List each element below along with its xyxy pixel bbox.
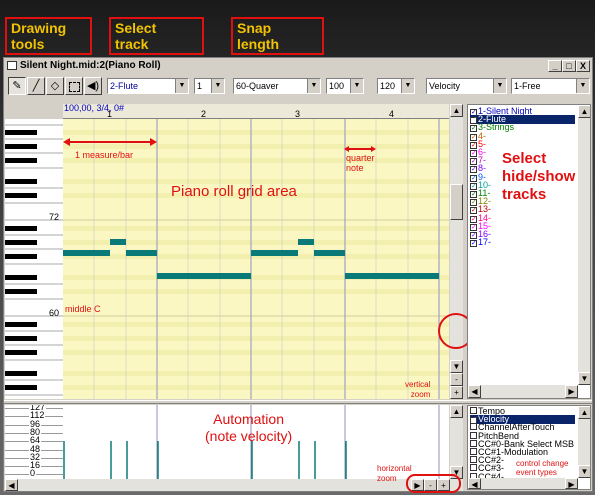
snap-select-value: 60-Quaver bbox=[236, 81, 279, 91]
chevron-down-icon[interactable]: ▼ bbox=[175, 79, 188, 93]
scroll-up-icon[interactable]: ▲ bbox=[578, 105, 590, 118]
control-change-annotation: control change bbox=[516, 459, 569, 468]
measure-annotation: 1 measure/bar bbox=[75, 150, 134, 160]
graph-snap-value: 1-Free bbox=[514, 81, 541, 91]
line-tool-icon[interactable]: ╱ bbox=[27, 77, 45, 95]
chevron-down-icon[interactable]: ▼ bbox=[576, 79, 589, 93]
visibility-checkbox[interactable] bbox=[470, 456, 477, 464]
scroll-thumb[interactable] bbox=[450, 184, 463, 220]
minimize-button[interactable]: _ bbox=[548, 60, 562, 72]
track-select-value: 2-Flute bbox=[110, 81, 139, 91]
measure-ruler[interactable]: 100,00, 3/4, 0# 1 2 3 4 bbox=[63, 103, 449, 119]
event-type-list[interactable]: Tempo ✓Velocity ChannelAfterTouch PitchBend… bbox=[467, 405, 591, 490]
vertical-zoom-in-button[interactable]: + bbox=[450, 386, 463, 399]
measure-number: 3 bbox=[295, 109, 301, 119]
scroll-left-icon[interactable]: ◀ bbox=[468, 385, 481, 398]
pencil-tool-icon[interactable]: ✎ bbox=[8, 77, 26, 95]
window-icon bbox=[7, 61, 17, 70]
chevron-down-icon[interactable]: ▼ bbox=[307, 79, 320, 93]
grid-lines bbox=[63, 119, 449, 399]
vertical-zoom-annotation: vertical zoom bbox=[405, 380, 431, 399]
scroll-up-icon[interactable]: ▲ bbox=[450, 405, 463, 418]
scroll-up-icon[interactable]: ▲ bbox=[578, 406, 590, 419]
eraser-tool-icon[interactable]: ◇ bbox=[46, 77, 64, 95]
list-item[interactable]: ✓17- bbox=[470, 237, 492, 248]
pane-splitter[interactable] bbox=[4, 400, 592, 404]
automation-annotation: Automation (note velocity) bbox=[205, 411, 293, 444]
visibility-checkbox[interactable] bbox=[470, 423, 477, 431]
track-list-hscrollbar[interactable]: ◀ ▶ bbox=[468, 385, 578, 398]
track-list-items: ✓1-Silent Night ✓2-Flute ✓3-Strings ✓4- ✓5- ✓… bbox=[468, 107, 578, 377]
grid-area-annotation: Piano roll grid area bbox=[171, 183, 297, 200]
select-track-callout: Select track bbox=[109, 17, 204, 55]
chevron-down-icon[interactable]: ▼ bbox=[211, 79, 224, 93]
channel-select[interactable]: 1 ▼ bbox=[194, 78, 225, 94]
list-item-label: 17- bbox=[478, 237, 492, 248]
hide-show-annotation: Select hide/show tracks bbox=[502, 150, 576, 203]
select-tool-icon[interactable] bbox=[65, 77, 83, 95]
toolbar: ✎ ╱ ◇ ◀) 2-Flute ▼ 1 ▼ 60-Quaver ▼ 100 ▼… bbox=[4, 75, 592, 97]
scroll-left-icon[interactable]: ◀ bbox=[5, 479, 18, 491]
scroll-left-icon[interactable]: ◀ bbox=[468, 478, 481, 489]
measure-number: 2 bbox=[201, 109, 207, 119]
visibility-checkbox[interactable] bbox=[470, 439, 477, 447]
channel-select-value: 1 bbox=[197, 81, 203, 91]
speaker-tool-icon[interactable]: ◀) bbox=[84, 77, 102, 95]
vertical-zoom-out-button[interactable]: - bbox=[450, 373, 463, 386]
event-list-scrollbar[interactable]: ▲ ▼ bbox=[578, 406, 590, 478]
velocity-off-value: 120 bbox=[380, 81, 396, 91]
velocity-tick-label: 0 bbox=[29, 468, 37, 479]
measure-number: 4 bbox=[389, 109, 395, 119]
maximize-button[interactable]: □ bbox=[562, 60, 576, 72]
event-list-hscrollbar[interactable]: ◀ ▶ bbox=[468, 478, 578, 489]
title-bar[interactable]: Silent Night.mid:2(Piano Roll) _ □ X bbox=[4, 58, 592, 74]
cursor-position: 100,00, 3/4, 0# bbox=[64, 103, 125, 113]
key-label-72: 72 bbox=[49, 212, 60, 222]
velocity-on-value: 100 bbox=[329, 81, 345, 91]
roll-vertical-scrollbar[interactable]: ▲ ▼ - + bbox=[450, 104, 463, 399]
window-title: Silent Night.mid:2(Piano Roll) bbox=[20, 60, 161, 71]
close-button[interactable]: X bbox=[576, 60, 590, 72]
velocity-off-select[interactable]: 120 ▼ bbox=[377, 78, 415, 94]
piano-keys bbox=[5, 119, 63, 399]
scroll-up-icon[interactable]: ▲ bbox=[450, 104, 463, 117]
track-list-scrollbar[interactable]: ▲ ▼ bbox=[578, 105, 590, 385]
chevron-down-icon[interactable]: ▼ bbox=[401, 79, 414, 93]
scroll-right-icon[interactable]: ▶ bbox=[565, 385, 578, 398]
event-types-annotation: event types bbox=[516, 468, 557, 477]
list-item[interactable]: CC#6-Data Entry MSB bbox=[470, 489, 569, 490]
graph-kind-select[interactable]: Velocity ▼ bbox=[426, 78, 507, 94]
snap-length-callout: Snap length bbox=[231, 17, 324, 55]
chevron-down-icon[interactable]: ▼ bbox=[493, 79, 506, 93]
scroll-down-icon[interactable]: ▼ bbox=[450, 360, 463, 373]
drawing-tools-callout: Drawing tools bbox=[5, 17, 92, 55]
track-list[interactable]: ✓1-Silent Night ✓2-Flute ✓3-Strings ✓4- ✓5- ✓… bbox=[467, 104, 591, 399]
visibility-checkbox[interactable] bbox=[470, 431, 477, 439]
velocity-on-select[interactable]: 100 ▼ bbox=[326, 78, 364, 94]
snap-select[interactable]: 60-Quaver ▼ bbox=[233, 78, 321, 94]
chevron-down-icon[interactable]: ▼ bbox=[350, 79, 363, 93]
track-select[interactable]: 2-Flute ▼ bbox=[107, 78, 189, 94]
key-label-60: 60 bbox=[49, 308, 60, 318]
visibility-checkbox[interactable] bbox=[470, 448, 477, 455]
graph-snap-select[interactable]: 1-Free ▼ bbox=[511, 78, 590, 94]
visibility-checkbox[interactable] bbox=[470, 407, 477, 414]
automation-scrollbar[interactable]: ▲ ▼ bbox=[450, 405, 463, 479]
visibility-checkbox[interactable] bbox=[470, 489, 477, 490]
graph-kind-value: Velocity bbox=[429, 81, 461, 91]
scroll-right-icon[interactable]: ▶ bbox=[565, 478, 578, 489]
visibility-checkbox[interactable]: ✓ bbox=[470, 240, 477, 248]
middle-c-annotation: middle C bbox=[65, 304, 101, 314]
scroll-down-icon[interactable]: ▼ bbox=[578, 372, 590, 385]
horizontal-zoom-highlight bbox=[406, 474, 461, 493]
measure-number: 1 bbox=[107, 109, 113, 119]
piano-roll-grid[interactable]: 1 measure/bar quarter note Piano roll gr… bbox=[63, 119, 449, 399]
quarter-note-annotation: quarter note bbox=[346, 153, 375, 173]
scroll-down-icon[interactable]: ▼ bbox=[578, 465, 590, 478]
velocity-scale: 127 112 96 80 64 48 32 16 0 bbox=[5, 405, 63, 479]
piano-roll-window: Silent Night.mid:2(Piano Roll) _ □ X ✎ ╱… bbox=[3, 57, 593, 493]
piano-keyboard[interactable]: 72 60 bbox=[5, 119, 63, 399]
visibility-checkbox[interactable] bbox=[470, 464, 477, 472]
